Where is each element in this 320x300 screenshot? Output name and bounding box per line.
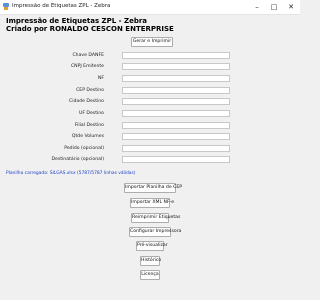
status-text: Planilha carregada: SILGAS.xlsx (5787/57…: [6, 171, 136, 176]
action-button[interactable]: Histórico: [140, 256, 161, 266]
field-input[interactable]: [122, 122, 230, 129]
generate-print-button[interactable]: Gerar e Imprimir: [131, 37, 173, 47]
field-label: Qtde Volumes: [71, 134, 104, 139]
field-input[interactable]: [122, 110, 230, 117]
field-label: CNPJ Emitente: [70, 64, 104, 69]
field-label: Pedido (opcional): [64, 146, 104, 151]
field-input[interactable]: [122, 63, 230, 70]
action-button[interactable]: Importar Planilha de CEP: [124, 183, 182, 193]
field-input[interactable]: [122, 52, 230, 59]
field-label: Filial Destino: [74, 123, 104, 128]
field-label: Destinatário (opcional): [51, 157, 104, 162]
app-heading: Impressão de Etiquetas ZPL - Zebra: [6, 17, 148, 25]
action-button[interactable]: Pré-visualizar: [136, 241, 168, 251]
field-input[interactable]: [122, 87, 230, 94]
maximize-button[interactable]: □: [267, 0, 281, 14]
action-button[interactable]: Importar XML NF-e: [130, 198, 174, 208]
field-label: Chave DANFE: [72, 53, 104, 58]
action-button[interactable]: Licença: [140, 270, 160, 280]
field-label: NF: [97, 76, 104, 81]
action-button[interactable]: Configurar Impressora: [129, 227, 181, 237]
window-title: Impressão de Etiquetas ZPL - Zebra: [12, 3, 111, 9]
field-input[interactable]: [122, 145, 230, 152]
app-icon: [3, 3, 9, 10]
field-input[interactable]: [122, 133, 230, 140]
action-button[interactable]: Reimprimir Etiquetas: [131, 213, 180, 223]
close-button[interactable]: ✕: [284, 0, 298, 14]
field-label: UF Destino: [78, 111, 104, 116]
field-input[interactable]: [122, 156, 230, 163]
title-bar: Impressão de Etiquetas ZPL - Zebra – □ ✕: [0, 0, 300, 15]
field-label: Cidade Destino: [69, 99, 104, 104]
field-label: CEP Destino: [76, 88, 104, 93]
app-subtitle: Criado por RONALDO CESCON ENTERPRISE: [6, 25, 174, 33]
field-input[interactable]: [122, 75, 230, 82]
field-input[interactable]: [122, 98, 230, 105]
minimize-button[interactable]: –: [250, 0, 264, 14]
